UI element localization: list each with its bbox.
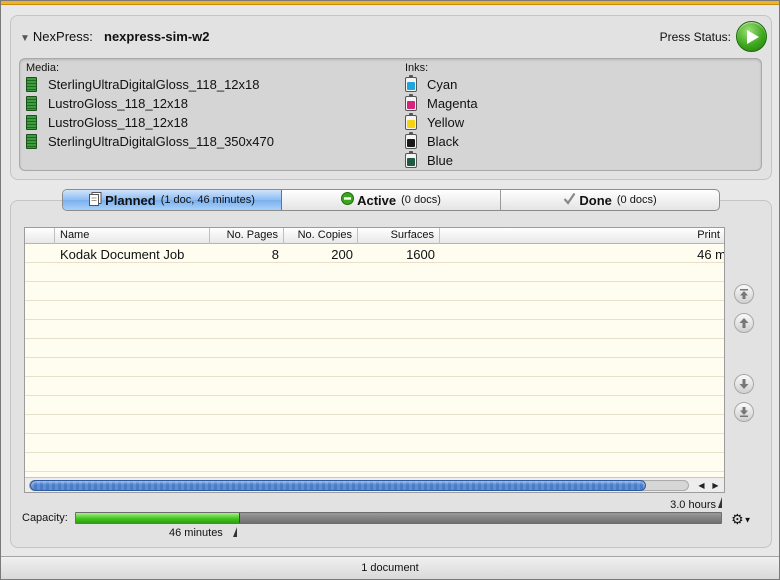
media-item: LustroGloss_118_12x18 (26, 113, 274, 132)
inks-list: Inks: Cyan Magenta Yellow Black Blue (405, 62, 478, 170)
media-stack-icon (26, 77, 37, 92)
tab-active-title: Active (357, 192, 397, 208)
cell-copies: 200 (331, 247, 353, 262)
window-top-accent (1, 1, 779, 5)
active-status-icon (341, 192, 355, 208)
ink-bottle-icon (405, 75, 417, 92)
gear-icon: ⚙ (731, 511, 744, 527)
ink-bottle-icon (405, 132, 417, 149)
scrollbar-thumb[interactable] (30, 480, 646, 491)
move-to-top-button[interactable] (734, 284, 754, 304)
ink-item-label: Magenta (427, 96, 478, 111)
inks-title: Inks: (405, 62, 429, 74)
ink-item: Blue (405, 151, 478, 170)
ink-item: Magenta (405, 94, 478, 113)
column-header-pages[interactable]: No. Pages (210, 228, 284, 244)
ink-item-label: Black (427, 134, 459, 149)
capacity-max-label: 3.0 hours (670, 499, 716, 511)
checkmark-icon (563, 192, 576, 208)
capacity-used-marker (233, 527, 237, 537)
move-to-top-icon (740, 289, 748, 299)
media-item-label: LustroGloss_118_12x18 (48, 96, 188, 111)
media-item-label: LustroGloss_118_12x18 (48, 115, 188, 130)
ink-item-label: Yellow (427, 115, 465, 130)
media-stack-icon (26, 115, 37, 130)
capacity-label: Capacity: (22, 512, 68, 524)
disclosure-toggle[interactable]: ▼ NexPress: (20, 29, 93, 44)
column-header-print[interactable]: Print I (440, 228, 724, 244)
status-text: 1 document (361, 562, 419, 574)
media-list: Media: SterlingUltraDigitalGloss_118_12x… (26, 62, 274, 151)
press-status-label: Press Status: (659, 30, 731, 44)
media-stack-icon (26, 134, 37, 149)
cell-name: Kodak Document Job (60, 247, 185, 262)
action-menu-button[interactable]: ⚙▼ (731, 512, 759, 526)
scroll-left-icon[interactable]: ◀ (695, 479, 708, 492)
document-icon (89, 191, 102, 209)
media-item: LustroGloss_118_12x18 (26, 94, 274, 113)
table-row[interactable]: Kodak Document Job 8 200 1600 46 m (25, 245, 724, 264)
column-header-name[interactable]: Name (55, 228, 210, 244)
press-status-button[interactable] (736, 21, 767, 52)
cell-pages: 8 (271, 247, 279, 262)
queue-tabs: Planned (1 doc, 46 minutes) Active (0 do… (62, 189, 720, 211)
chevron-down-icon: ▼ (743, 515, 752, 525)
ink-bottle-icon (405, 113, 417, 130)
job-table: Name No. Pages No. Copies Surfaces Print… (24, 227, 725, 493)
tab-planned-title: Planned (105, 192, 156, 208)
horizontal-scrollbar[interactable]: ◀ ▶ (25, 477, 724, 492)
ink-item: Yellow (405, 113, 478, 132)
media-stack-icon (26, 96, 37, 111)
move-up-button[interactable] (734, 313, 754, 333)
ink-bottle-icon (405, 151, 417, 168)
ink-item-label: Blue (427, 153, 454, 168)
media-title: Media: (26, 62, 60, 74)
table-header: Name No. Pages No. Copies Surfaces Print… (25, 228, 724, 244)
tab-active-detail: (0 docs) (401, 194, 441, 206)
tab-planned[interactable]: Planned (1 doc, 46 minutes) (63, 190, 282, 210)
scroll-right-icon[interactable]: ▶ (709, 479, 722, 492)
column-header-copies[interactable]: No. Copies (284, 228, 358, 244)
nexpress-window: ▼ NexPress: nexpress-sim-w2 Press Status:… (0, 0, 780, 580)
press-name: nexpress-sim-w2 (104, 29, 210, 44)
move-to-bottom-button[interactable] (734, 402, 754, 422)
capacity-max-marker (718, 497, 722, 508)
tab-done[interactable]: Done (0 docs) (501, 190, 719, 210)
capacity-used-fill (76, 513, 241, 523)
media-item: SterlingUltraDigitalGloss_118_350x470 (26, 132, 274, 151)
move-up-icon (739, 318, 749, 328)
media-item: SterlingUltraDigitalGloss_118_12x18 (26, 75, 274, 94)
ink-item-label: Cyan (427, 77, 458, 92)
cell-print: 46 m (697, 247, 725, 262)
tab-planned-detail: (1 doc, 46 minutes) (160, 194, 255, 206)
table-body (25, 244, 724, 492)
job-queue-panel: Name No. Pages No. Copies Surfaces Print… (10, 200, 772, 548)
media-item-label: SterlingUltraDigitalGloss_118_350x470 (48, 134, 274, 149)
capacity-used-label: 46 minutes (169, 527, 223, 539)
capacity-bar (75, 512, 722, 524)
product-label: NexPress: (32, 29, 93, 44)
status-bar: 1 document (1, 556, 779, 579)
tab-done-title: Done (579, 192, 612, 208)
column-header-indicator[interactable] (25, 228, 55, 244)
cell-surfaces: 1600 (406, 247, 435, 262)
tab-done-detail: (0 docs) (616, 194, 657, 206)
disclosure-triangle-icon[interactable]: ▼ (20, 33, 30, 44)
ink-item: Black (405, 132, 478, 151)
move-down-icon (739, 379, 749, 389)
ink-bottle-icon (405, 94, 417, 111)
media-inks-box: Media: SterlingUltraDigitalGloss_118_12x… (19, 58, 762, 171)
media-item-label: SterlingUltraDigitalGloss_118_12x18 (48, 77, 260, 92)
move-to-bottom-icon (740, 407, 748, 417)
column-header-surfaces[interactable]: Surfaces (358, 228, 440, 244)
tab-active[interactable]: Active (0 docs) (282, 190, 501, 210)
ink-item: Cyan (405, 75, 478, 94)
move-down-button[interactable] (734, 374, 754, 394)
play-icon (747, 30, 759, 44)
press-info-panel: ▼ NexPress: nexpress-sim-w2 Press Status:… (10, 15, 772, 180)
